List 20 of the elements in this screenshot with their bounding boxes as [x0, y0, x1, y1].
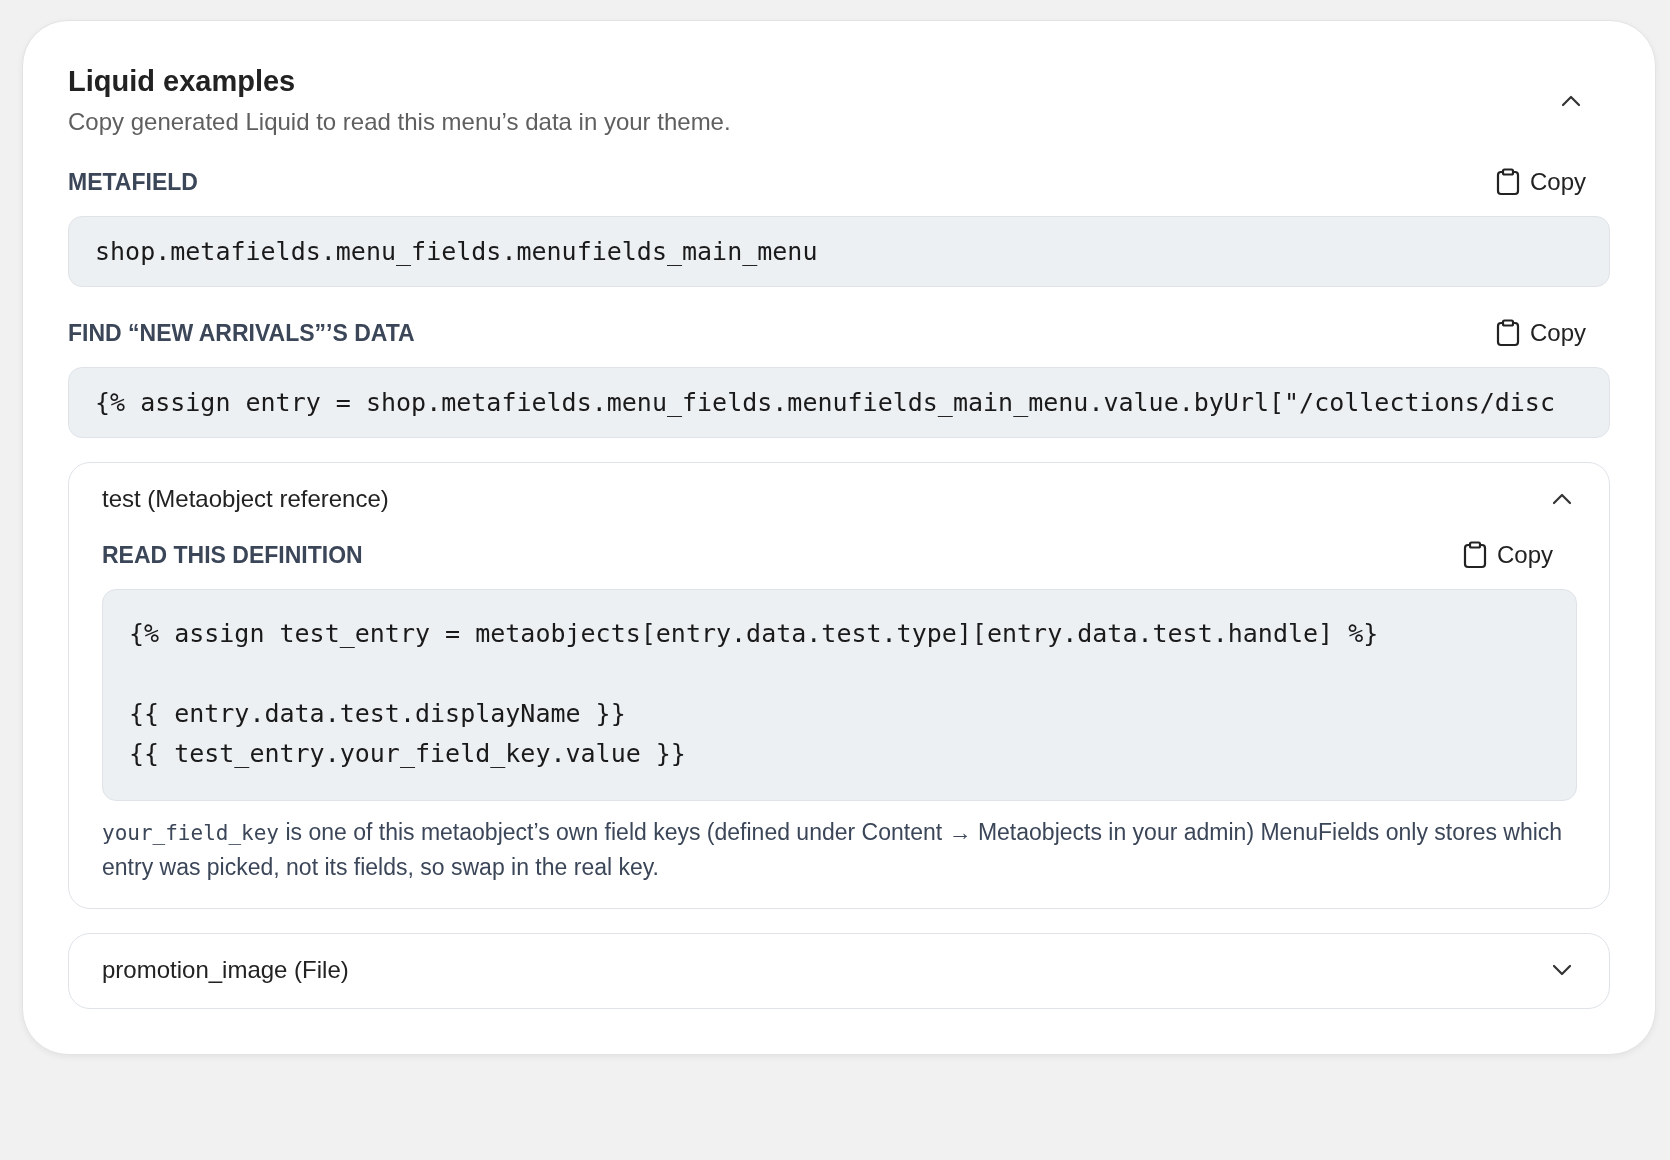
chevron-up-icon[interactable]: [1560, 93, 1582, 108]
accordion-title[interactable]: promotion_image (File): [102, 956, 349, 984]
panel-title: Liquid examples: [68, 65, 297, 98]
copy-button[interactable]: Copy: [1495, 319, 1586, 347]
panel-subtitle: Copy generated Liquid to read this menu’s data in your theme.: [68, 108, 731, 136]
code-block: {% assign entry = shop.metafields.menu_fields.menufields_main_menu.value.byUrl["/collections/disc: [68, 367, 1610, 438]
copy-button[interactable]: Copy: [1462, 541, 1553, 569]
clipboard-icon: [1495, 319, 1520, 347]
clipboard-icon: [1495, 168, 1520, 196]
clipboard-icon: [1462, 541, 1487, 569]
copy-button[interactable]: Copy: [1495, 168, 1586, 196]
accordion-title[interactable]: test (Metaobject reference): [102, 485, 389, 513]
code-block: {% assign test_entry = metaobjects[entry.data.test.type][entry.data.test.handle] %} {{ entry.data.test.displayName }} {{ test_entry.your_field_key.value }}: [102, 589, 1577, 801]
help-text: your_field_key is one of this metaobject’s own field keys (defined under Content → Metaobjects in your admin) MenuFields only stores which entry was picked, not its fields, so swap in the real key.: [102, 818, 1564, 882]
section-label: FIND “NEW ARRIVALS”’S DATA: [68, 319, 415, 347]
chevron-up-icon[interactable]: [1551, 492, 1573, 506]
code-block: shop.metafields.menu_fields.menufields_main_menu: [68, 216, 1610, 287]
chevron-down-icon[interactable]: [1551, 963, 1573, 977]
section-label: READ THIS DEFINITION: [102, 541, 363, 569]
section-label: METAFIELD: [68, 168, 198, 196]
